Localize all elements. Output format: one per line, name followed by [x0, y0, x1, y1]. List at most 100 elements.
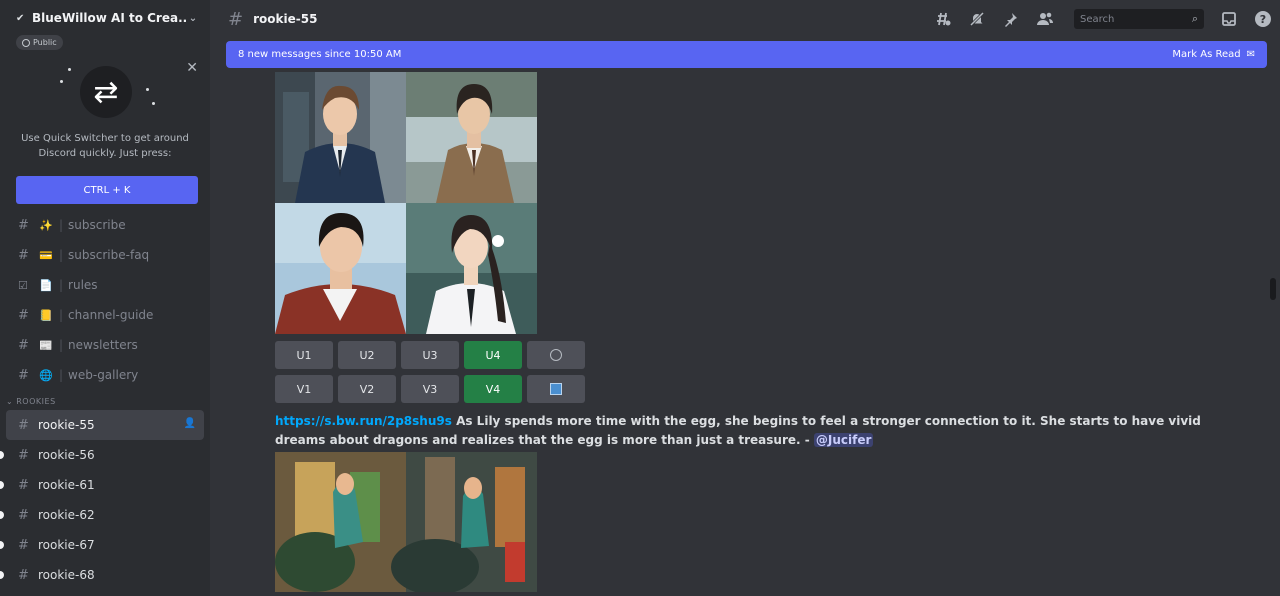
mark-as-read-button[interactable]: Mark As Read ✉: [1172, 49, 1255, 60]
prompt-link[interactable]: https://s.bw.run/2p8shu9s: [275, 414, 452, 428]
hash-icon: #: [18, 217, 29, 233]
discord-app: ✔ BlueWillow AI to Crea... ⌄ Public ✕ ⇄ …: [0, 0, 1280, 596]
threads-icon[interactable]: [926, 0, 960, 38]
channel-web-gallery[interactable]: # 🌐 | web-gallery: [0, 360, 210, 390]
channel-label: rookie-55: [38, 418, 95, 432]
generated-image-3[interactable]: [275, 203, 406, 334]
channel-channel-guide[interactable]: # 📒 | channel-guide: [0, 300, 210, 330]
variation-4-button[interactable]: V4: [464, 375, 522, 403]
upscale-4-button[interactable]: U4: [464, 341, 522, 369]
generated-image-grid-2[interactable]: [275, 452, 537, 592]
scrollbar-thumb[interactable]: [1270, 278, 1276, 300]
message-scrollbar[interactable]: [1270, 70, 1276, 592]
save-image-button[interactable]: [527, 375, 585, 403]
chevron-down-icon[interactable]: ⌄: [186, 13, 200, 24]
unread-indicator: [0, 541, 4, 549]
quick-switcher-shortcut-button[interactable]: CTRL + K: [16, 176, 198, 204]
channel-newsletters[interactable]: # 📰 | newsletters: [0, 330, 210, 360]
channel-rookie-55[interactable]: # rookie-55 👤: [6, 410, 204, 440]
reroll-icon: [550, 349, 562, 361]
generated-image-4[interactable]: [406, 203, 537, 334]
close-icon[interactable]: ✕: [186, 60, 198, 76]
globe-icon: 🌐: [39, 368, 53, 382]
generated-image-1[interactable]: [275, 72, 406, 203]
variation-3-button[interactable]: V3: [401, 375, 459, 403]
channel-label: subscribe: [68, 218, 126, 232]
channel-label: rookie-61: [38, 478, 95, 492]
search-input[interactable]: [1080, 13, 1192, 25]
hash-icon: #: [18, 337, 29, 353]
rules-checkbox-icon: ☑: [18, 278, 28, 292]
upscale-2-button[interactable]: U2: [338, 341, 396, 369]
channel-rookie-56[interactable]: # rookie-56: [0, 440, 210, 470]
mark-as-read-label: Mark As Read: [1172, 49, 1241, 60]
quick-switcher-text: Use Quick Switcher to get around Discord…: [21, 133, 189, 159]
mute-notifications-icon[interactable]: [960, 0, 994, 38]
ledger-icon: 📒: [39, 308, 53, 322]
hash-icon: #: [228, 8, 244, 30]
variation-2-button[interactable]: V2: [338, 375, 396, 403]
channel-rules[interactable]: ☑ 📄 | rules: [0, 270, 210, 300]
help-icon[interactable]: ?: [1246, 0, 1280, 38]
sparkle-dot-icon: [152, 102, 155, 105]
globe-icon: [22, 38, 30, 47]
channel-subscribe[interactable]: # ✨ | subscribe: [0, 210, 210, 240]
user-mention[interactable]: @Jucifer: [813, 433, 874, 447]
variation-1-button[interactable]: V1: [275, 375, 333, 403]
hash-icon: #: [18, 247, 29, 263]
channel-rookie-68[interactable]: # rookie-68: [0, 560, 210, 590]
newspaper-icon: 📰: [39, 338, 53, 352]
unread-indicator: [0, 481, 4, 489]
inbox-icon[interactable]: [1212, 0, 1246, 38]
hash-icon: #: [18, 507, 29, 523]
channel-list: # ✨ | subscribe # 💳 | subscribe-faq ☑ 📄 …: [0, 210, 210, 590]
image-save-icon: [550, 383, 562, 395]
message-content: https://s.bw.run/2p8shu9s As Lily spends…: [275, 412, 1215, 450]
page-icon: 📄: [39, 278, 53, 292]
channel-label: rookie-56: [38, 448, 95, 462]
channel-label: newsletters: [68, 338, 138, 352]
channel-subscribe-faq[interactable]: # 💳 | subscribe-faq: [0, 240, 210, 270]
channel-label: rookie-67: [38, 538, 95, 552]
channel-label: web-gallery: [68, 368, 139, 382]
generated-image-2[interactable]: [406, 72, 537, 203]
server-header[interactable]: ✔ BlueWillow AI to Crea... ⌄: [0, 0, 210, 36]
verified-check-icon: ✔: [16, 12, 25, 24]
channel-rookie-61[interactable]: # rookie-61: [0, 470, 210, 500]
header-toolbar: ⌕ ?: [926, 0, 1280, 38]
add-user-icon[interactable]: 👤: [184, 418, 196, 429]
category-rookies[interactable]: ⌄ ROOKIES: [0, 392, 210, 410]
channel-label: rookie-62: [38, 508, 95, 522]
hash-icon: #: [18, 417, 29, 433]
credit-card-icon: 💳: [39, 248, 53, 262]
channel-rookie-62[interactable]: # rookie-62: [0, 500, 210, 530]
upscale-3-button[interactable]: U3: [401, 341, 459, 369]
unread-indicator: [0, 451, 4, 459]
search-icon: ⌕: [1191, 12, 1198, 25]
category-label: ROOKIES: [16, 396, 56, 406]
pin-icon[interactable]: [994, 0, 1028, 38]
hash-icon: #: [18, 477, 29, 493]
channel-sidebar: ✔ BlueWillow AI to Crea... ⌄ Public ✕ ⇄ …: [0, 0, 210, 596]
generated-image-grid[interactable]: [275, 72, 537, 334]
upscale-1-button[interactable]: U1: [275, 341, 333, 369]
reroll-button[interactable]: [527, 341, 585, 369]
unread-indicator: [0, 511, 4, 519]
sparkle-dot-icon: [68, 68, 71, 71]
channel-rookie-67[interactable]: # rookie-67: [0, 530, 210, 560]
channel-label: rules: [68, 278, 98, 292]
sparkle-dot-icon: [146, 88, 149, 91]
channel-label: rookie-68: [38, 568, 95, 582]
channel-label: subscribe-faq: [68, 248, 150, 262]
member-list-icon[interactable]: [1028, 0, 1062, 38]
hash-icon: #: [18, 567, 29, 583]
channel-header: # rookie-55 ⌕ ?: [210, 0, 1280, 38]
mark-read-icon: ✉: [1246, 49, 1255, 60]
unread-indicator: [0, 571, 4, 579]
chevron-down-icon: ⌄: [6, 396, 17, 406]
sparkle-dot-icon: [60, 80, 63, 83]
search-bar[interactable]: ⌕: [1074, 9, 1204, 29]
public-badge: Public: [16, 35, 63, 50]
channel-label: channel-guide: [68, 308, 154, 322]
new-messages-banner[interactable]: 8 new messages since 10:50 AM Mark As Re…: [226, 41, 1267, 68]
